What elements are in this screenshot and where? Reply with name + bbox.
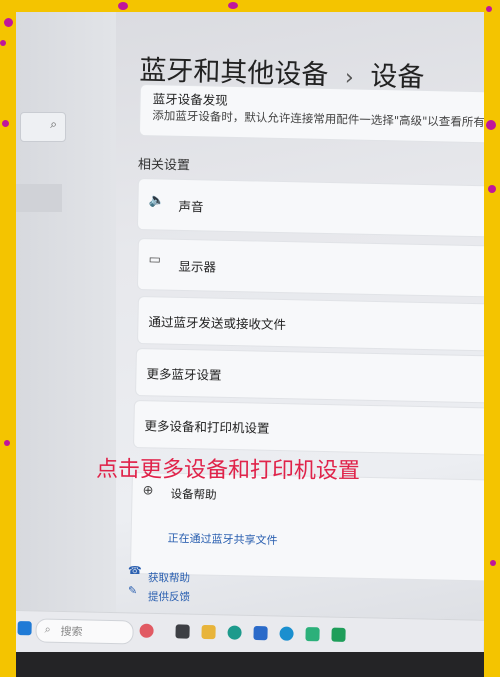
speaker-icon: 🔈 xyxy=(148,193,165,209)
settings-item-label: 显示器 xyxy=(178,258,217,275)
monitor-icon: ▭ xyxy=(148,252,161,268)
related-settings-heading: 相关设置 xyxy=(137,157,191,174)
settings-item-label: 声音 xyxy=(178,198,204,215)
feedback-icon: ✎ xyxy=(128,584,138,597)
help-icon: ☎ xyxy=(128,564,142,577)
discovery-card[interactable]: 蓝牙设备发现 添加蓝牙设备时，默认允许连接常用配件一选择"高级"以查看所有类型 xyxy=(138,84,484,144)
app-icon[interactable] xyxy=(279,626,294,641)
get-help-link[interactable]: 获取帮助 xyxy=(148,570,190,585)
app-icon[interactable] xyxy=(305,627,320,642)
frame-dot xyxy=(0,40,6,46)
discovery-heading: 蓝牙设备发现 xyxy=(152,91,228,108)
settings-item-display[interactable]: ▭ 显示器 xyxy=(136,238,484,298)
settings-item-bluetooth-file-transfer[interactable]: 通过蓝牙发送或接收文件 xyxy=(136,296,484,352)
settings-item-more-bluetooth[interactable]: 更多蓝牙设置 xyxy=(134,348,484,404)
settings-item-label: 通过蓝牙发送或接收文件 xyxy=(148,314,287,333)
store-icon[interactable] xyxy=(253,625,268,641)
app-icon[interactable] xyxy=(331,627,346,642)
breadcrumb-separator-icon: › xyxy=(344,65,355,91)
nav-selected-item[interactable] xyxy=(16,184,62,212)
frame-dot xyxy=(118,2,128,10)
frame-dot xyxy=(490,560,496,566)
edge-icon[interactable] xyxy=(227,625,242,640)
frame-dot xyxy=(4,18,13,27)
laptop-bezel xyxy=(16,652,484,677)
frame-dot xyxy=(4,440,10,446)
device-help-card[interactable]: ⊕ 设备帮助 正在通过蓝牙共享文件 xyxy=(129,472,484,582)
windows-start-icon[interactable] xyxy=(17,621,32,636)
flower-widget-icon[interactable] xyxy=(139,623,154,638)
discovery-description: 添加蓝牙设备时，默认允许连接常用配件一选择"高级"以查看所有类型 xyxy=(152,108,484,130)
task-view-icon[interactable] xyxy=(175,624,190,639)
settings-nav-pane: ⌕ xyxy=(16,12,116,612)
search-icon: ⌕ xyxy=(50,117,57,131)
instruction-annotation: 点击更多设备和打印机设置 xyxy=(95,457,361,484)
file-explorer-icon[interactable] xyxy=(201,624,216,640)
photo-of-screen: ⌕ 蓝牙和其他设备 › 设备 蓝牙设备发现 添加蓝牙设备时，默认允许连接常用配件… xyxy=(16,12,484,677)
globe-icon: ⊕ xyxy=(142,483,154,499)
feedback-link[interactable]: 提供反馈 xyxy=(148,589,190,604)
settings-item-more-devices-printers[interactable]: 更多设备和打印机设置 xyxy=(132,400,484,456)
settings-search-box[interactable]: ⌕ xyxy=(20,112,66,142)
settings-item-label: 更多蓝牙设置 xyxy=(146,366,222,383)
taskbar-search-placeholder: 搜索 xyxy=(60,624,83,639)
device-help-label: 设备帮助 xyxy=(170,486,217,502)
frame-dot xyxy=(228,2,238,9)
settings-item-sound[interactable]: 🔈 声音 xyxy=(136,178,484,238)
frame-dot xyxy=(486,6,492,12)
frame-dot xyxy=(488,185,496,193)
settings-item-label: 更多设备和打印机设置 xyxy=(144,418,270,436)
frame-dot xyxy=(2,120,9,127)
bluetooth-share-link[interactable]: 正在通过蓝牙共享文件 xyxy=(167,530,277,548)
search-icon: ⌕ xyxy=(44,622,51,636)
taskbar-search[interactable]: ⌕ 搜索 xyxy=(35,618,134,645)
frame-dot xyxy=(486,120,496,130)
